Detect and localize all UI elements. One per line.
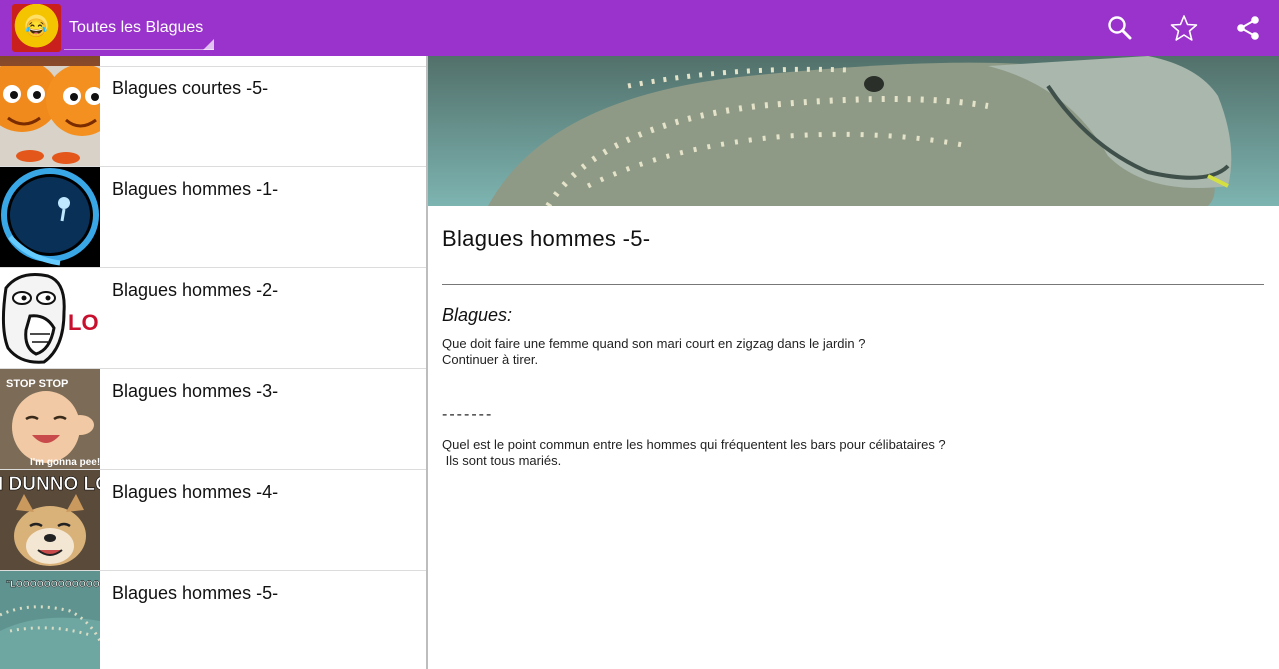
list-item-label: Blagues hommes -3- [112, 381, 279, 401]
joke-text-2: Quel est le point commun entre les homme… [442, 437, 946, 468]
laughing-dog-thumbnail: I DUNNO LOL [0, 470, 100, 570]
list-item-blagues-hommes-1[interactable]: Blagues hommes -1- [0, 167, 426, 268]
list-item-blagues-hommes-2[interactable]: LO Blagues hommes -2- [0, 268, 426, 369]
baby-caption-bottom: I'm gonna pee! [30, 457, 100, 468]
dog-caption: I DUNNO LOL [0, 474, 100, 495]
oranges-image [0, 66, 100, 166]
list-item-label: Blagues hommes -5- [112, 583, 279, 603]
joke-category-list[interactable]: Blagues courtes -5- Blagues hommes -1- L… [0, 56, 426, 669]
share-icon [1237, 16, 1259, 40]
star-icon [1170, 15, 1198, 41]
oranges-thumbnail [0, 66, 100, 166]
baby-caption-top: STOP STOP [6, 378, 68, 390]
spinner-caret-icon[interactable] [203, 39, 214, 50]
favorite-button[interactable] [1164, 8, 1204, 48]
section-label: Blagues: [442, 305, 513, 325]
list-item-label: Blagues courtes -5- [112, 78, 269, 98]
list-item-blagues-hommes-3[interactable]: STOP STOP I'm gonna pee! Blagues hommes … [0, 369, 426, 470]
whale-shark-image: "LOOOOOOOOOOOOOL" [0, 571, 100, 669]
list-item-label: Blagues hommes -4- [112, 482, 279, 502]
laughing-dog-image: I DUNNO LOL [0, 470, 100, 570]
joke-text-1: Que doit faire une femme quand son mari … [442, 336, 866, 367]
search-button[interactable] [1100, 8, 1140, 48]
whale-shark-hero-svg [428, 56, 1279, 206]
xray-head-image [0, 167, 100, 267]
troll-caption: LO [68, 310, 99, 335]
troll-face-thumbnail: LO [0, 268, 100, 368]
list-item-label: Blagues hommes -1- [112, 179, 279, 199]
search-icon [1108, 16, 1132, 40]
detail-title: Blagues hommes -5- [442, 226, 651, 251]
troll-face-image: LO [0, 268, 100, 368]
whale-caption: "LOOOOOOOOOOOOOL" [6, 579, 100, 589]
detail-divider [442, 284, 1264, 285]
list-item-blagues-hommes-5[interactable]: "LOOOOOOOOOOOOOL" Blagues hommes -5- [0, 571, 426, 669]
whale-shark-hero-image [428, 56, 1279, 206]
list-item-label: Blagues hommes -2- [112, 280, 279, 300]
laughing-baby-image: STOP STOP I'm gonna pee! [0, 369, 100, 469]
app-logo-faces: 😂 [25, 18, 48, 38]
laughing-baby-thumbnail: STOP STOP I'm gonna pee! [0, 369, 100, 469]
whale-shark-thumbnail: "LOOOOOOOOOOOOOL" [0, 571, 100, 669]
action-bar: 😂 Toutes les Blagues [0, 0, 1279, 56]
share-button[interactable] [1228, 8, 1268, 48]
app-title[interactable]: Toutes les Blagues [69, 19, 203, 37]
joke-detail-pane[interactable]: Blagues hommes -5- Blagues: Que doit fai… [428, 56, 1279, 669]
xray-head-thumbnail [0, 167, 100, 267]
list-item-blagues-courtes-5[interactable]: Blagues courtes -5- [0, 66, 426, 167]
title-spinner-underline [64, 49, 214, 50]
joke-separator: ------- [442, 406, 494, 423]
app-logo-icon[interactable]: 😂 [12, 4, 61, 52]
partial-thumbnail [0, 56, 100, 66]
list-item-blagues-hommes-4[interactable]: I DUNNO LOL Blagues hommes -4- [0, 470, 426, 571]
